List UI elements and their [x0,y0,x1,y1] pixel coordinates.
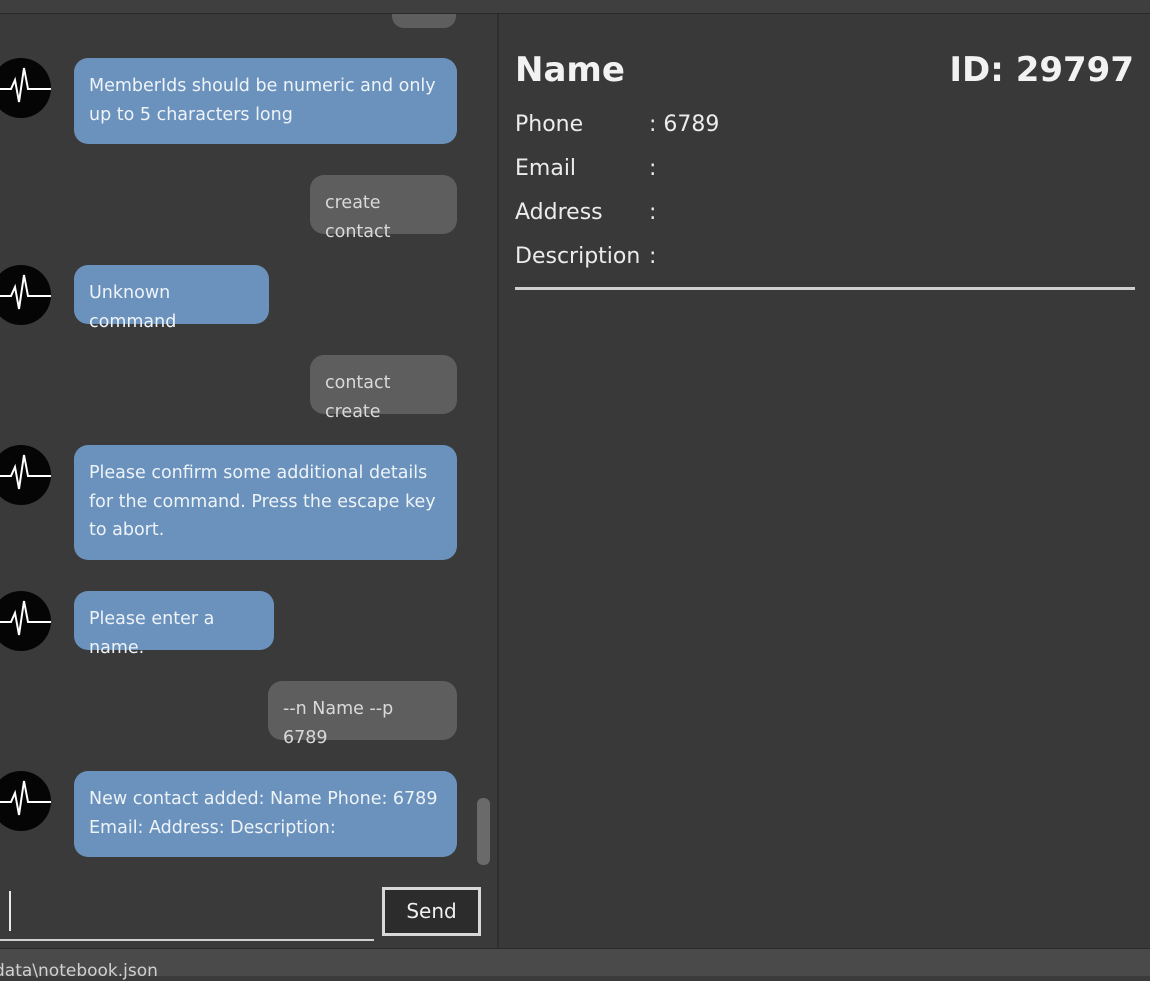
status-file-path: data\notebook.json [0,961,158,981]
field-value-description: : [649,244,657,269]
bot-message: Unknown command [74,265,269,332]
bot-message: Please enter a name. [74,591,274,658]
detail-divider [515,287,1135,290]
window-top-bar [0,0,1150,14]
bot-avatar-heartbeat-icon [0,771,51,831]
field-label-address: Address [515,200,603,225]
command-input[interactable] [0,887,374,941]
contact-name: Name [515,50,625,90]
field-label-description: Description [515,244,641,269]
field-value-address: : [649,200,657,225]
status-bar: data\notebook.json [0,948,1150,981]
bot-message: MemberIds should be numeric and only up … [74,58,457,144]
bot-avatar-heartbeat-icon [0,445,51,505]
text-caret [9,891,11,931]
bot-message: Please confirm some additional details f… [74,445,457,560]
user-message: create contact [310,175,457,242]
contact-id: ID: 29797 [949,50,1134,90]
bot-avatar-heartbeat-icon [0,58,51,118]
send-button[interactable]: Send [382,887,481,936]
bot-message: New contact added: Name Phone: 6789 Emai… [74,771,457,857]
field-value-email: : [649,156,657,181]
previous-message-stub [392,14,456,28]
field-label-phone: Phone [515,112,584,137]
bot-avatar-heartbeat-icon [0,265,51,325]
user-message: --n Name --p 6789 [268,681,457,748]
chat-scrollbar-thumb[interactable] [477,798,490,865]
contact-detail-pane: Name ID: 29797 Phone : 6789 Email : Addr… [499,14,1150,948]
chat-pane: MemberIds should be numeric and only up … [0,14,497,948]
user-message: contact create [310,355,457,422]
bot-avatar-heartbeat-icon [0,591,51,651]
field-label-email: Email [515,156,577,181]
field-value-phone: : 6789 [649,112,720,137]
